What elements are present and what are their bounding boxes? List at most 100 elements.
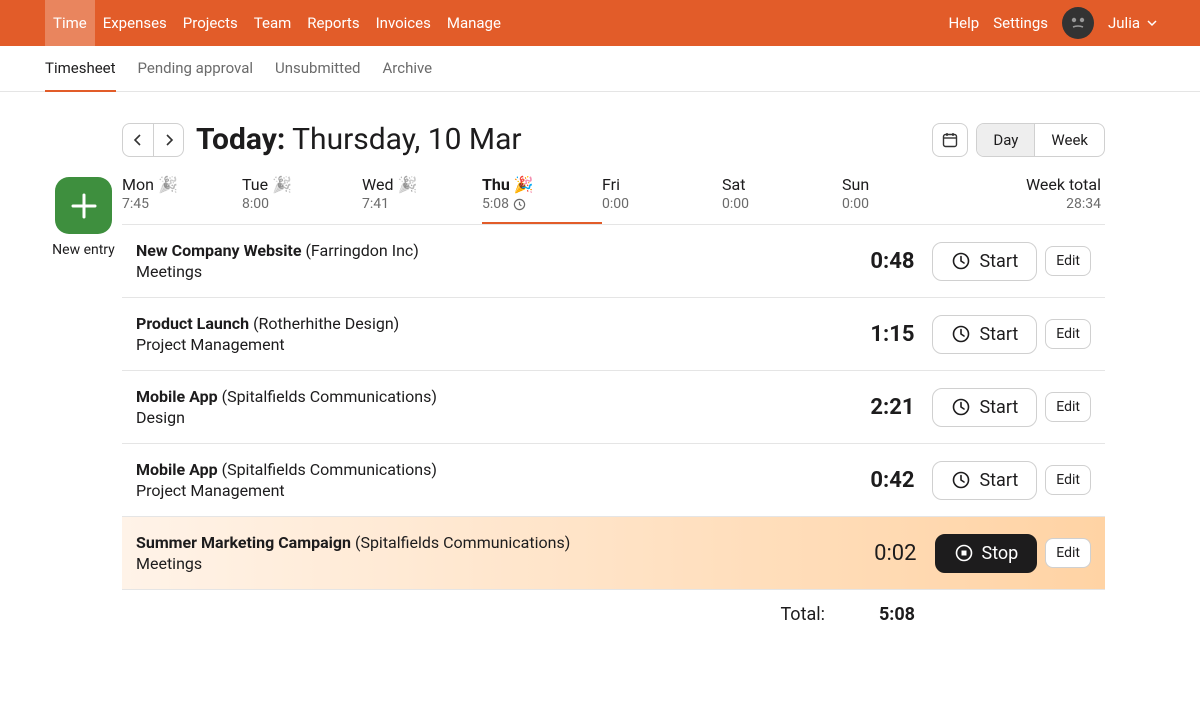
entry-duration: 0:42 bbox=[854, 468, 914, 493]
entry-title: Product Launch (Rotherhithe Design) bbox=[136, 314, 854, 333]
edit-button[interactable]: Edit bbox=[1045, 538, 1091, 568]
nav-time[interactable]: Time bbox=[45, 0, 95, 46]
day-label: Fri bbox=[602, 175, 722, 194]
date-nav bbox=[122, 123, 184, 157]
start-button[interactable]: Start bbox=[932, 242, 1037, 281]
time-entry: Product Launch (Rotherhithe Design)Proje… bbox=[122, 298, 1105, 371]
day-sun[interactable]: Sun 0:00 bbox=[842, 175, 962, 224]
stop-button[interactable]: Stop bbox=[935, 534, 1038, 573]
time-entry: Mobile App (Spitalfields Communications)… bbox=[122, 444, 1105, 517]
username: Julia bbox=[1108, 14, 1140, 32]
start-button[interactable]: Start bbox=[932, 388, 1037, 427]
day-time: 0:00 bbox=[842, 196, 962, 212]
edit-button[interactable]: Edit bbox=[1045, 246, 1091, 276]
clock-icon bbox=[951, 324, 971, 344]
entry-title: Summer Marketing Campaign (Spitalfields … bbox=[136, 533, 857, 552]
entry-title: Mobile App (Spitalfields Communications) bbox=[136, 460, 854, 479]
page-title: Today: Thursday, 10 Mar bbox=[196, 122, 522, 157]
nav-expenses[interactable]: Expenses bbox=[95, 0, 175, 46]
tab-pending-approval[interactable]: Pending approval bbox=[138, 46, 254, 92]
content: Today: Thursday, 10 Mar Day Week Mon🎉7:4… bbox=[122, 122, 1105, 625]
new-entry-label: New entry bbox=[52, 242, 115, 258]
time-entry: Summer Marketing Campaign (Spitalfields … bbox=[122, 517, 1105, 590]
day-label: Sat bbox=[722, 175, 842, 194]
nav-manage[interactable]: Manage bbox=[439, 0, 509, 46]
day-label: Sun bbox=[842, 175, 962, 194]
header-right: Day Week bbox=[932, 123, 1105, 157]
calendar-icon bbox=[941, 131, 959, 149]
view-toggle: Day Week bbox=[976, 123, 1105, 157]
clock-icon bbox=[951, 251, 971, 271]
entry-task: Project Management bbox=[136, 481, 854, 500]
confetti-icon: 🎉 bbox=[272, 175, 292, 194]
today-label: Today: bbox=[196, 122, 285, 157]
start-button[interactable]: Start bbox=[932, 461, 1037, 500]
day-tue[interactable]: Tue🎉8:00 bbox=[242, 175, 362, 224]
nav-settings[interactable]: Settings bbox=[993, 14, 1048, 32]
day-sat[interactable]: Sat 0:00 bbox=[722, 175, 842, 224]
week-total-value: 28:34 bbox=[1026, 196, 1101, 212]
nav-team[interactable]: Team bbox=[246, 0, 300, 46]
day-time: 8:00 bbox=[242, 196, 362, 212]
clock-icon bbox=[513, 198, 526, 211]
edit-button[interactable]: Edit bbox=[1045, 465, 1091, 495]
confetti-icon: 🎉 bbox=[514, 175, 534, 194]
tab-timesheet[interactable]: Timesheet bbox=[45, 46, 116, 92]
entry-info: Mobile App (Spitalfields Communications)… bbox=[136, 387, 854, 427]
nav-projects[interactable]: Projects bbox=[175, 0, 246, 46]
view-day[interactable]: Day bbox=[977, 124, 1034, 156]
chevron-left-icon bbox=[131, 133, 145, 147]
new-entry-button[interactable] bbox=[55, 177, 112, 234]
entry-info: New Company Website (Farringdon Inc)Meet… bbox=[136, 241, 854, 281]
next-day-button[interactable] bbox=[153, 124, 183, 156]
view-week[interactable]: Week bbox=[1034, 124, 1104, 156]
avatar[interactable] bbox=[1062, 7, 1094, 39]
nav-invoices[interactable]: Invoices bbox=[368, 0, 439, 46]
clock-icon bbox=[951, 397, 971, 417]
time-entry: New Company Website (Farringdon Inc)Meet… bbox=[122, 225, 1105, 298]
entry-duration: 1:15 bbox=[854, 322, 914, 347]
total-value: 5:08 bbox=[855, 604, 915, 625]
edit-button[interactable]: Edit bbox=[1045, 392, 1091, 422]
day-time: 0:00 bbox=[602, 196, 722, 212]
user-menu[interactable]: Julia bbox=[1108, 14, 1158, 32]
stop-icon bbox=[954, 543, 974, 563]
day-time: 0:00 bbox=[722, 196, 842, 212]
confetti-icon: 🎉 bbox=[158, 175, 178, 194]
day-mon[interactable]: Mon🎉7:45 bbox=[122, 175, 242, 224]
chevron-right-icon bbox=[162, 133, 176, 147]
calendar-button[interactable] bbox=[932, 123, 968, 157]
entry-task: Meetings bbox=[136, 262, 854, 281]
top-nav: TimeExpensesProjectsTeamReportsInvoicesM… bbox=[0, 0, 1200, 46]
day-fri[interactable]: Fri 0:00 bbox=[602, 175, 722, 224]
week-strip: Mon🎉7:45Tue🎉8:00Wed🎉7:41Thu🎉5:08Fri0:00S… bbox=[122, 175, 1105, 225]
sub-tabs: Timesheet Pending approval Unsubmitted Arch… bbox=[0, 46, 1200, 92]
tab-archive[interactable]: Archive bbox=[383, 46, 433, 92]
day-thu[interactable]: Thu🎉 5:08 bbox=[482, 175, 602, 224]
clock-icon bbox=[951, 470, 971, 490]
nav-help[interactable]: Help bbox=[948, 14, 979, 32]
entry-duration: 0:48 bbox=[854, 249, 914, 274]
top-nav-right: Help Settings Julia bbox=[948, 7, 1200, 39]
tab-unsubmitted[interactable]: Unsubmitted bbox=[275, 46, 360, 92]
plus-icon bbox=[67, 189, 101, 223]
time-entry: Mobile App (Spitalfields Communications)… bbox=[122, 371, 1105, 444]
entry-title: Mobile App (Spitalfields Communications) bbox=[136, 387, 854, 406]
total-row: Total: 5:08 bbox=[122, 590, 1105, 625]
entry-task: Meetings bbox=[136, 554, 857, 573]
edit-button[interactable]: Edit bbox=[1045, 319, 1091, 349]
start-button[interactable]: Start bbox=[932, 315, 1037, 354]
day-label: Thu🎉 bbox=[482, 175, 602, 194]
nav-reports[interactable]: Reports bbox=[299, 0, 367, 46]
date-header: Today: Thursday, 10 Mar Day Week bbox=[122, 122, 1105, 157]
top-nav-left: TimeExpensesProjectsTeamReportsInvoicesM… bbox=[45, 0, 509, 46]
day-time: 7:41 bbox=[362, 196, 482, 212]
entry-task: Design bbox=[136, 408, 854, 427]
day-wed[interactable]: Wed🎉7:41 bbox=[362, 175, 482, 224]
main: New entry Today: Thursday, 10 Mar bbox=[0, 92, 1200, 625]
chevron-down-icon bbox=[1146, 17, 1158, 29]
confetti-icon: 🎉 bbox=[397, 175, 417, 194]
prev-day-button[interactable] bbox=[123, 124, 153, 156]
left-column: New entry bbox=[45, 122, 122, 625]
day-time: 5:08 bbox=[482, 196, 602, 212]
